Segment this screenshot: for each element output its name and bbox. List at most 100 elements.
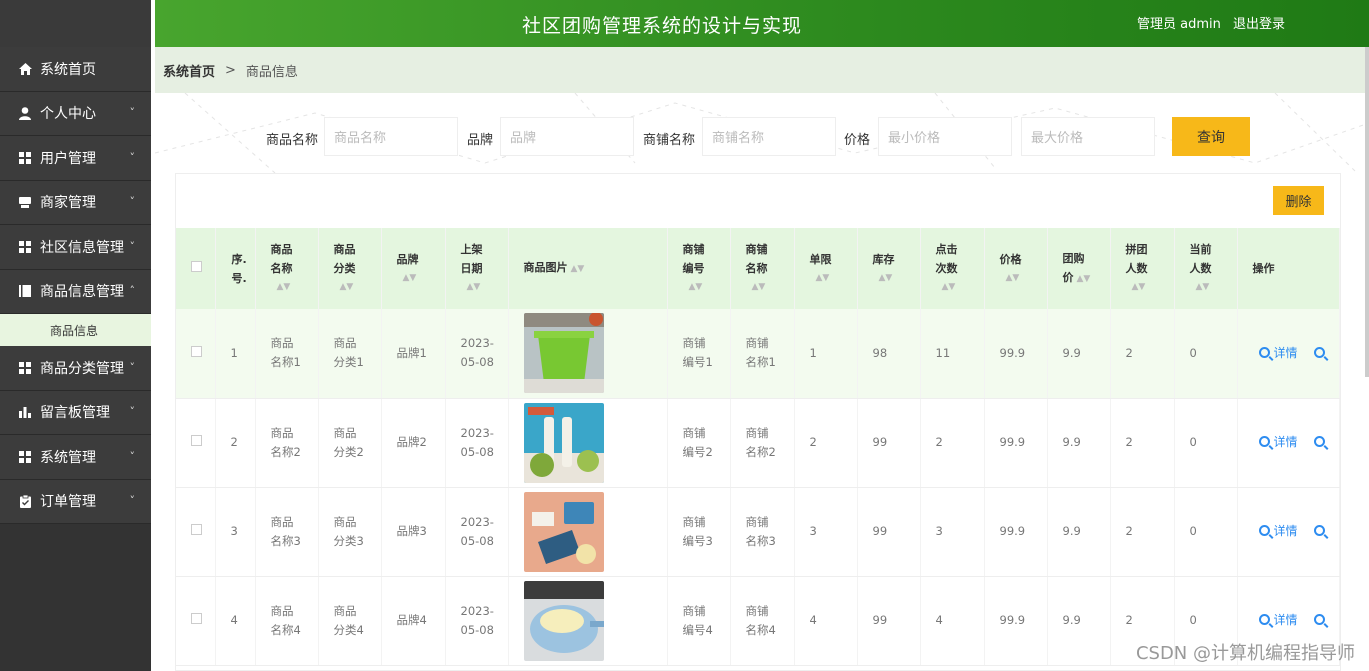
product-image[interactable] [523,580,604,661]
detail-link[interactable]: 详情 [1258,346,1298,360]
cell-stock: 98 [857,309,921,399]
sidebar-item-system[interactable]: 系统管理 ˅ [0,435,151,480]
sidebar: 系统首页 个人中心 ˅ 用户管理 ˅ 商家管理 ˅ 社区信息管理 ˅ 商品信息管… [0,0,151,671]
col-group-size[interactable]: 拼团 人数 ▲▼ [1110,228,1175,309]
col-shop-no[interactable]: 商铺 编号 ▲▼ [667,228,731,309]
col-clicks[interactable]: 点击 次数 ▲▼ [920,228,985,309]
product-image[interactable] [523,491,604,572]
cell-shop-no: 商铺 编号2 [667,398,731,488]
header-user-area: 管理员 admin 退出登录 [1137,13,1293,32]
sort-icon: ▲▼ [402,272,417,283]
max-price-input[interactable]: 最大价格 [1021,117,1155,156]
cell-index: 1 [215,309,256,399]
sidebar-item-profile[interactable]: 个人中心 ˅ [0,91,151,136]
sidebar-item-users[interactable]: 用户管理 ˅ [0,136,151,181]
breadcrumb-home[interactable]: 系统首页 [163,61,215,80]
detail-link[interactable]: 详情 [1258,435,1298,449]
col-index: 序. 号. [215,228,256,309]
delete-button[interactable]: 删除 [1273,186,1324,215]
chevron-down-icon: ˅ [129,405,136,419]
submenu-item-product-info[interactable]: 商品信息 [0,314,151,346]
table-row[interactable]: 2 商品 名称2 商品 分类2 品牌2 2023- 05-08 商铺 编号2 商… [176,398,1340,488]
sidebar-item-home[interactable]: 系统首页 [0,47,151,92]
sort-icon: ▲▼ [339,282,354,292]
cell-brand: 品牌2 [381,398,446,488]
table-row[interactable]: 3 商品 名称3 商品 分类3 品牌3 2023- 05-08 商铺 编号3 商… [176,487,1340,577]
cell-clicks: 11 [920,309,985,399]
edit-link[interactable] [1313,613,1329,627]
col-group-price[interactable]: 团购价 ▲▼ [1047,228,1111,309]
col-shop-name[interactable]: 商铺 名称 ▲▼ [730,228,795,309]
product-image[interactable] [523,313,604,394]
cell-shop-no: 商铺 编号1 [667,309,731,399]
watermark: CSDN @计算机编程指导师 [1135,643,1355,664]
sidebar-item-label: 商品信息管理 [40,284,124,301]
col-ops: 操作 [1237,228,1340,309]
sidebar-item-community[interactable]: 社区信息管理 ˅ [0,225,151,270]
cell-current: 0 [1174,398,1238,488]
scrollbar[interactable] [1365,47,1369,377]
row-checkbox[interactable] [191,524,202,535]
cell-stock: 99 [857,487,921,577]
edit-link[interactable] [1313,524,1329,538]
sidebar-item-merchants[interactable]: 商家管理 ˅ [0,180,151,225]
select-all-checkbox[interactable] [191,261,202,272]
table-header-row: 序. 号. 商品 名称 ▲▼ 商品 分类 ▲▼ 品牌 ▲▼ 上架 日期 ▲▼ 商品图片 ▲▼ 商铺… [176,228,1340,309]
price-label: 价格 [844,133,871,148]
brand-input[interactable]: 品牌 [500,117,634,156]
cell-price: 99.9 [984,576,1048,666]
search-icon [1258,346,1270,358]
submenu-item-label: 商品信息 [50,323,99,338]
col-stock[interactable]: 库存 ▲▼ [857,228,921,309]
cell-shop-no: 商铺 编号3 [667,487,731,577]
shop-name-input[interactable]: 商铺名称 [702,117,836,156]
sidebar-item-orders[interactable]: 订单管理 ˅ [0,479,151,524]
cell-limit: 1 [794,309,858,399]
cell-date: 2023- 05-08 [445,309,509,399]
sidebar-item-label: 个人中心 [40,106,96,123]
col-limit[interactable]: 单限 ▲▼ [794,228,858,309]
query-button[interactable]: 查询 [1172,117,1250,156]
col-date[interactable]: 上架 日期 ▲▼ [445,228,509,309]
product-name-input[interactable]: 商品名称 [324,117,458,156]
sidebar-item-label: 订单管理 [40,494,96,511]
detail-link[interactable]: 详情 [1258,613,1298,627]
edit-link[interactable] [1313,435,1329,449]
chevron-up-icon: ˄ [129,284,136,298]
cell-group-size: 2 [1110,487,1175,577]
col-current[interactable]: 当前 人数 ▲▼ [1174,228,1238,309]
main-content: 商品名称 商品名称 品牌 品牌 商铺名称 商铺名称 价格 最小价格 最大价格 查… [155,93,1369,671]
row-checkbox[interactable] [191,435,202,446]
edit-link[interactable] [1313,346,1329,360]
col-brand[interactable]: 品牌 ▲▼ [381,228,446,309]
home-icon [18,62,32,76]
product-image[interactable] [523,402,604,483]
cell-category: 商品 分类2 [318,398,382,488]
sidebar-item-categories[interactable]: 商品分类管理 ˅ [0,346,151,391]
row-checkbox[interactable] [191,345,202,357]
chevron-down-icon: ˅ [129,449,136,463]
table-row[interactable]: 1 商品 名称1 商品 分类1 品牌1 2023- 05-08 商铺 编号1 商… [176,309,1340,399]
cell-group-price: 9.9 [1047,398,1111,488]
cell-price: 99.9 [984,487,1048,577]
logout-link[interactable]: 退出登录 [1233,17,1285,32]
cell-shop-no: 商铺 编号4 [667,576,731,666]
cell-shop-name: 商铺 名称1 [730,309,795,399]
col-name[interactable]: 商品 名称 ▲▼ [255,228,319,309]
row-checkbox[interactable] [191,613,202,624]
col-category[interactable]: 商品 分类 ▲▼ [318,228,382,309]
cell-image [508,487,668,577]
sidebar-item-label: 系统管理 [40,449,96,466]
detail-link[interactable]: 详情 [1258,524,1298,538]
sidebar-item-messages[interactable]: 留言板管理 ˅ [0,390,151,435]
col-image[interactable]: 商品图片 ▲▼ [508,228,668,309]
cell-ops: 详情 [1237,398,1340,488]
grid-icon [18,361,32,375]
sidebar-item-products[interactable]: 商品信息管理 ˄ [0,269,151,314]
col-price[interactable]: 价格 ▲▼ [984,228,1048,309]
cell-shop-name: 商铺 名称3 [730,487,795,577]
min-price-input[interactable]: 最小价格 [878,117,1012,156]
breadcrumb: 系统首页 > 商品信息 [155,47,1369,93]
cell-current: 0 [1174,487,1238,577]
cell-name: 商品 名称2 [255,398,319,488]
